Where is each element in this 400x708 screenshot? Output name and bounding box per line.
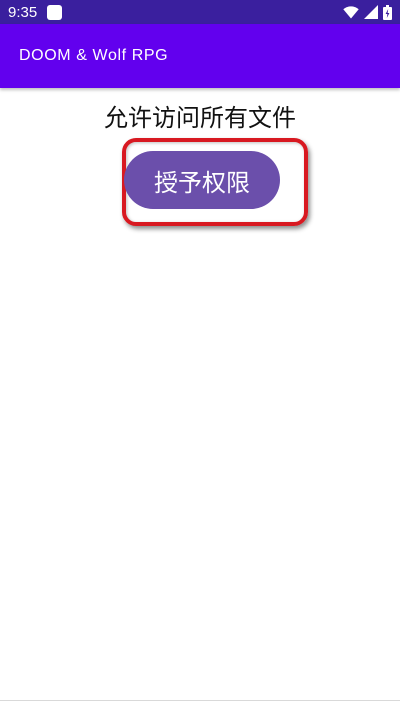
wifi-icon [343, 5, 359, 18]
bottom-divider [0, 700, 400, 708]
app-bar: DOOM & Wolf RPG [0, 24, 400, 88]
battery-icon [383, 4, 392, 20]
status-time: 9:35 [8, 3, 38, 21]
screen: 9:35 DOOM & Wolf RPG 允许访问所有文件 授予权限 [0, 0, 400, 708]
status-icons [343, 4, 392, 20]
grant-permission-button[interactable]: 授予权限 [124, 151, 280, 209]
app-title: DOOM & Wolf RPG [19, 47, 169, 64]
status-bar: 9:35 [0, 0, 400, 24]
signal-icon [364, 5, 378, 19]
notification-icon [47, 4, 63, 20]
permission-message: 允许访问所有文件 [104, 104, 296, 132]
